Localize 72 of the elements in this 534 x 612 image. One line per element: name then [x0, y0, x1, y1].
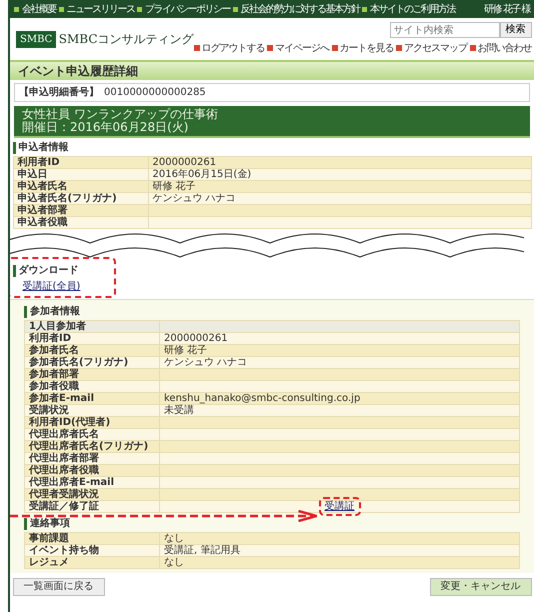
label-cell: 参加者部署: [24, 368, 160, 380]
search-field[interactable]: サイト内検索: [390, 22, 500, 38]
header-link[interactable]: カートを見る: [340, 40, 394, 56]
header-link[interactable]: マイページへ: [275, 40, 330, 56]
label-cell: 参加者氏名: [24, 344, 160, 356]
value-cell: ケンシュウ ハナコ: [160, 356, 520, 368]
bullet-icon: [267, 45, 274, 51]
value-cell: ケンシュウ ハナコ: [148, 192, 531, 204]
label-cell: 申込者役職: [13, 216, 148, 228]
bullet-icon: [14, 6, 19, 12]
field-value: 0010000000000285: [104, 86, 206, 100]
label-cell: 代理者受講状況: [24, 488, 160, 500]
label-cell: 申込者部署: [13, 204, 148, 216]
label-cell: 参加者役職: [24, 380, 160, 392]
event-date: 開催日：2016年06月28日(火): [22, 121, 190, 134]
label-cell: 代理出席者E-mail: [24, 476, 160, 488]
bullet-icon: [396, 45, 402, 51]
bullet-icon: [332, 45, 338, 51]
nav-link[interactable]: プライバシーポリシー: [145, 2, 230, 16]
user-name: 研修 花子 様: [484, 2, 530, 16]
label-cell: 事前課題: [24, 532, 160, 544]
label-cell: 代理出席者氏名: [24, 428, 160, 440]
header-link[interactable]: お問い合わせ: [478, 40, 532, 56]
value-cell: 2000000261: [160, 332, 520, 344]
download-link[interactable]: 受講証(全員): [22, 279, 80, 294]
subheading-cell: 1人目参加者: [24, 320, 160, 332]
label-cell: イベント持ち物: [24, 544, 160, 556]
nav-link[interactable]: 会社概要: [22, 2, 56, 16]
value-cell: 研修 花子: [148, 180, 531, 192]
value-cell: 2016年06月15日(金): [148, 168, 531, 180]
nav-link[interactable]: ニュースリリース: [66, 2, 134, 16]
header-link[interactable]: アクセスマップ: [404, 40, 468, 56]
label-cell: 申込者氏名: [13, 180, 148, 192]
label-cell: 参加者E-mail: [24, 392, 160, 404]
label-cell: 利用者ID(代理者): [24, 416, 160, 428]
label-cell: 代理出席者役職: [24, 464, 160, 476]
header-link[interactable]: ログアウトする: [202, 40, 265, 56]
label-cell: 利用者ID: [24, 332, 160, 344]
label-cell: 受講状況: [24, 404, 160, 416]
back-button[interactable]: 一覧画面に戻る: [12, 578, 104, 596]
value-cell: 受講証, 筆記用具: [160, 544, 520, 556]
label-cell: 代理出席者氏名(フリガナ): [24, 440, 160, 452]
label-cell: 代理出席者部署: [24, 452, 160, 464]
section-heading: ダウンロード: [12, 265, 80, 277]
page-title: イベント申込履歴詳細: [10, 60, 534, 80]
nav-link[interactable]: 本サイトのご利用方法: [370, 2, 455, 16]
label-cell: 申込日: [13, 168, 148, 180]
bullet-icon: [470, 45, 476, 51]
label-cell: 申込者氏名(フリガナ): [13, 192, 148, 204]
bullet-icon: [362, 6, 367, 12]
label-cell: レジュメ: [24, 556, 160, 568]
bullet-icon: [232, 6, 238, 12]
bullet-icon: [58, 6, 64, 12]
value-cell: 未受講: [160, 404, 520, 416]
logo-badge: SMBC: [16, 30, 56, 48]
search-button[interactable]: 検索: [500, 22, 532, 38]
bullet-icon: [137, 6, 142, 12]
certificate-link[interactable]: 受講証: [324, 501, 354, 512]
value-cell: なし: [160, 532, 520, 544]
event-title: 女性社員 ワンランクアップの仕事術: [22, 108, 219, 121]
value-cell: kenshu_hanako@smbc-consulting.co.jp: [160, 392, 520, 404]
label-cell: 受講証／修了証: [24, 500, 160, 512]
field-label: 【申込明細番号】: [19, 86, 99, 100]
value-cell: なし: [160, 556, 520, 568]
nav-link[interactable]: 反社会的勢力に対する基本方針: [240, 2, 360, 16]
value-cell: 2000000261: [148, 156, 531, 168]
bullet-icon: [194, 45, 200, 51]
value-cell: 研修 花子: [160, 344, 520, 356]
label-cell: 利用者ID: [13, 156, 148, 168]
label-cell: 参加者氏名(フリガナ): [24, 356, 160, 368]
logo-text: SMBCコンサルティング: [58, 31, 194, 48]
change-button[interactable]: 変更・キャンセル: [430, 578, 532, 596]
